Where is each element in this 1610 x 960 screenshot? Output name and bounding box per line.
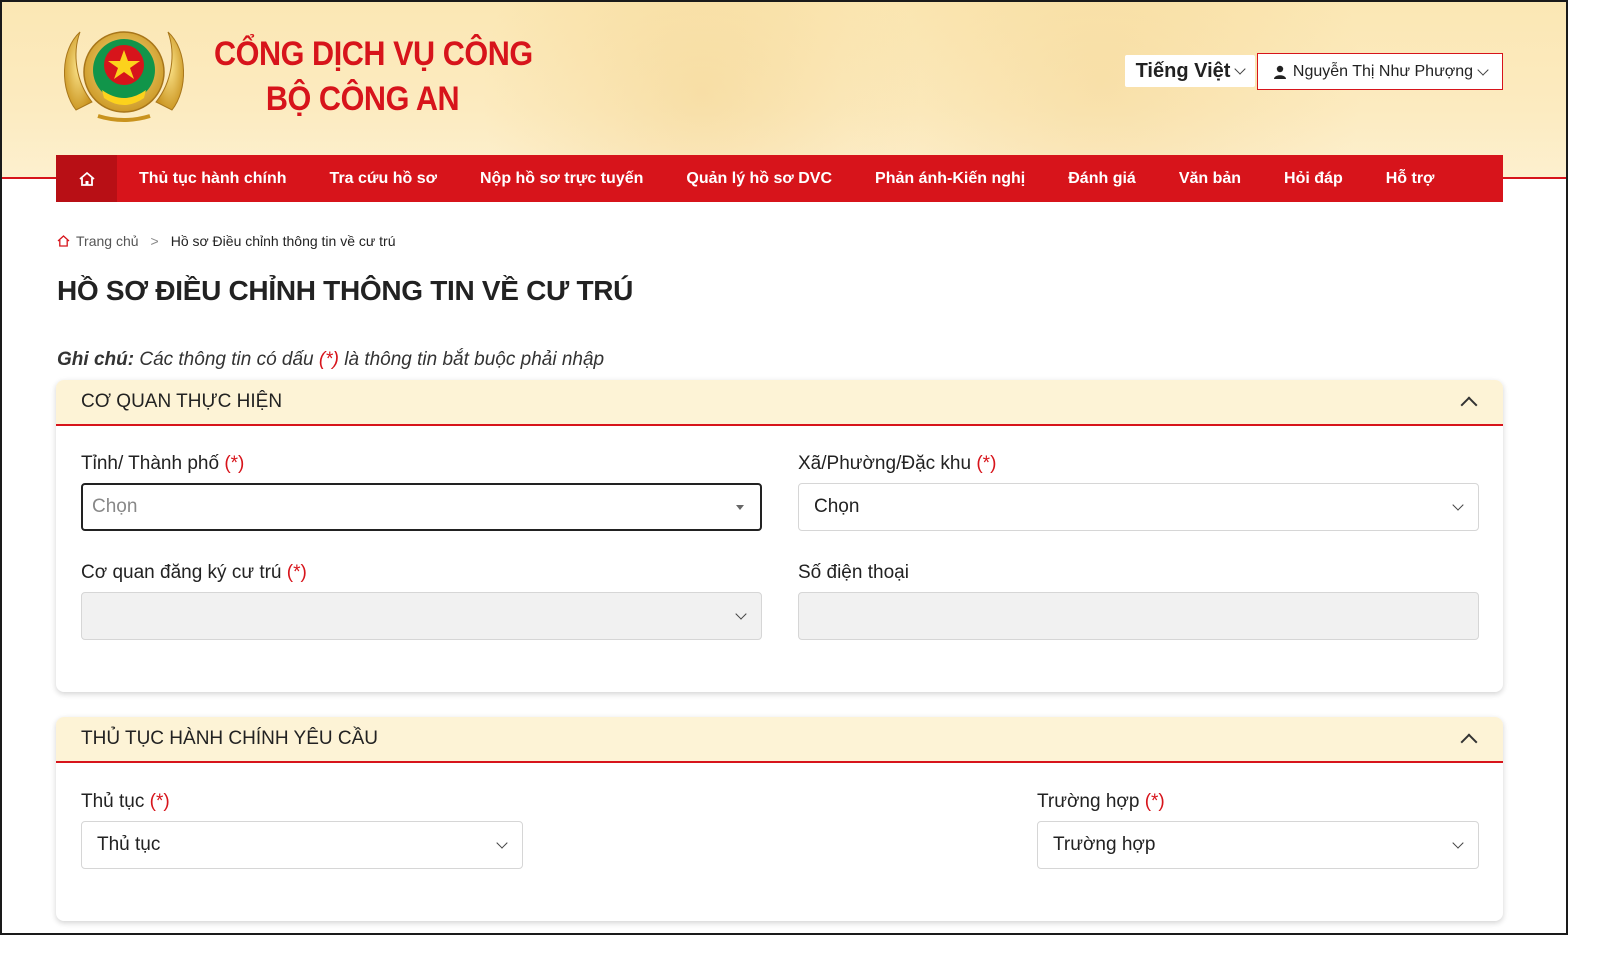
nav-item-van-ban[interactable]: Văn bản bbox=[1157, 170, 1262, 188]
phone-input[interactable] bbox=[798, 592, 1479, 640]
breadcrumb: Trang chủ > Hồ sơ Điều chỉnh thông tin v… bbox=[57, 233, 395, 249]
agency-label-text: Cơ quan đăng ký cư trú bbox=[81, 562, 287, 583]
brand-line-1: CỔNG DỊCH VỤ CÔNG bbox=[214, 35, 533, 73]
nav-item-danh-gia[interactable]: Đánh giá bbox=[1046, 170, 1157, 188]
breadcrumb-home[interactable]: Trang chủ bbox=[76, 233, 139, 249]
nav-item-thu-tuc[interactable]: Thủ tục hành chính bbox=[117, 170, 308, 188]
user-menu[interactable]: Nguyễn Thị Như Phượng bbox=[1257, 53, 1503, 90]
page-title: HỒ SƠ ĐIỀU CHỈNH THÔNG TIN VỀ CƯ TRÚ bbox=[57, 275, 634, 306]
card-co-quan-thuc-hien: CƠ QUAN THỰC HIỆN Tỉnh/ Thành phố (*) Ch… bbox=[56, 380, 1503, 692]
agency-field: Cơ quan đăng ký cư trú (*) bbox=[81, 562, 762, 640]
required-mark: (*) bbox=[286, 562, 307, 583]
chevron-up-icon[interactable] bbox=[1460, 396, 1478, 414]
chevron-down-icon bbox=[735, 608, 747, 620]
province-label-text: Tỉnh/ Thành phố bbox=[81, 453, 225, 474]
card-header[interactable]: THỦ TỤC HÀNH CHÍNH YÊU CẦU bbox=[56, 717, 1503, 763]
nav-item-nop-ho-so[interactable]: Nộp hồ sơ trực tuyến bbox=[458, 170, 664, 188]
case-field: Trường hợp (*) Trường hợp bbox=[1037, 791, 1479, 869]
chevron-down-icon bbox=[496, 837, 508, 849]
home-icon bbox=[57, 235, 70, 247]
required-mark: (*) bbox=[224, 453, 245, 474]
procedure-label-text: Thủ tục bbox=[81, 791, 150, 812]
procedure-field: Thủ tục (*) Thủ tục bbox=[81, 791, 523, 869]
chevron-down-icon bbox=[1452, 499, 1464, 511]
required-mark: (*) bbox=[1144, 791, 1165, 812]
nav-item-tra-cuu[interactable]: Tra cứu hồ sơ bbox=[308, 170, 458, 188]
brand-title[interactable]: CỔNG DỊCH VỤ CÔNG BỘ CÔNG AN bbox=[214, 32, 533, 122]
card-title: THỦ TỤC HÀNH CHÍNH YÊU CẦU bbox=[81, 728, 378, 749]
nav-item-quan-ly[interactable]: Quản lý hồ sơ DVC bbox=[664, 170, 853, 188]
procedure-label: Thủ tục (*) bbox=[81, 791, 523, 813]
nav-item-ho-tro[interactable]: Hỗ trợ bbox=[1364, 170, 1456, 188]
note-label: Ghi chú: bbox=[57, 349, 135, 370]
agency-select[interactable] bbox=[81, 592, 762, 640]
chevron-down-icon bbox=[1477, 63, 1489, 76]
ward-field: Xã/Phường/Đặc khu (*) Chọn bbox=[798, 453, 1479, 531]
breadcrumb-current: Hồ sơ Điều chỉnh thông tin về cư trú bbox=[170, 233, 396, 249]
note-text-before: Các thông tin có dấu bbox=[134, 349, 319, 370]
nav-item-hoi-dap[interactable]: Hỏi đáp bbox=[1262, 170, 1364, 188]
police-emblem-logo[interactable] bbox=[58, 20, 190, 126]
agency-label: Cơ quan đăng ký cư trú (*) bbox=[81, 562, 762, 584]
ward-value: Chọn bbox=[814, 496, 860, 517]
note-text-after: là thông tin bắt buộc phải nhập bbox=[338, 349, 605, 370]
ward-select[interactable]: Chọn bbox=[798, 483, 1479, 531]
breadcrumb-separator: > bbox=[150, 233, 159, 249]
province-placeholder: Chọn bbox=[92, 496, 138, 517]
phone-field: Số điện thoại bbox=[798, 562, 1479, 640]
procedure-select[interactable]: Thủ tục bbox=[81, 821, 523, 869]
phone-label: Số điện thoại bbox=[798, 562, 909, 583]
main-nav: Thủ tục hành chính Tra cứu hồ sơ Nộp hồ … bbox=[56, 155, 1503, 202]
case-value: Trường hợp bbox=[1053, 834, 1156, 855]
required-mark: (*) bbox=[149, 791, 170, 812]
note-required-mark: (*) bbox=[318, 349, 339, 370]
nav-item-phan-anh[interactable]: Phản ánh-Kiến nghị bbox=[853, 170, 1046, 188]
app-frame: CỔNG DỊCH VỤ CÔNG BỘ CÔNG AN Tiếng Việt … bbox=[0, 0, 1568, 935]
ward-label-text: Xã/Phường/Đặc khu bbox=[798, 453, 977, 474]
case-select[interactable]: Trường hợp bbox=[1037, 821, 1479, 869]
procedure-value: Thủ tục bbox=[97, 834, 161, 855]
province-field: Tỉnh/ Thành phố (*) Chọn bbox=[81, 453, 762, 531]
required-note: Ghi chú: Các thông tin có dấu (*) là thô… bbox=[57, 349, 604, 371]
case-label: Trường hợp (*) bbox=[1037, 791, 1479, 813]
caret-down-icon bbox=[736, 504, 744, 510]
ward-label: Xã/Phường/Đặc khu (*) bbox=[798, 453, 1479, 475]
card-title: CƠ QUAN THỰC HIỆN bbox=[81, 391, 283, 412]
province-select[interactable]: Chọn bbox=[81, 483, 762, 531]
chevron-down-icon bbox=[1234, 63, 1247, 75]
language-label: Tiếng Việt bbox=[1135, 59, 1231, 82]
required-mark: (*) bbox=[976, 453, 997, 474]
home-icon bbox=[78, 171, 95, 186]
case-label-text: Trường hợp bbox=[1037, 791, 1145, 812]
brand-line-2: BỘ CÔNG AN bbox=[265, 80, 460, 118]
card-header[interactable]: CƠ QUAN THỰC HIỆN bbox=[56, 380, 1503, 426]
language-selector[interactable]: Tiếng Việt bbox=[1125, 55, 1255, 87]
chevron-up-icon[interactable] bbox=[1460, 733, 1478, 751]
province-label: Tỉnh/ Thành phố (*) bbox=[81, 453, 762, 475]
user-name: Nguyễn Thị Như Phượng bbox=[1292, 62, 1474, 80]
nav-home[interactable] bbox=[56, 155, 117, 202]
user-icon bbox=[1273, 65, 1286, 79]
card-thu-tuc-hanh-chinh: THỦ TỤC HÀNH CHÍNH YÊU CẦU Thủ tục (*) T… bbox=[56, 717, 1503, 921]
chevron-down-icon bbox=[1452, 837, 1464, 849]
